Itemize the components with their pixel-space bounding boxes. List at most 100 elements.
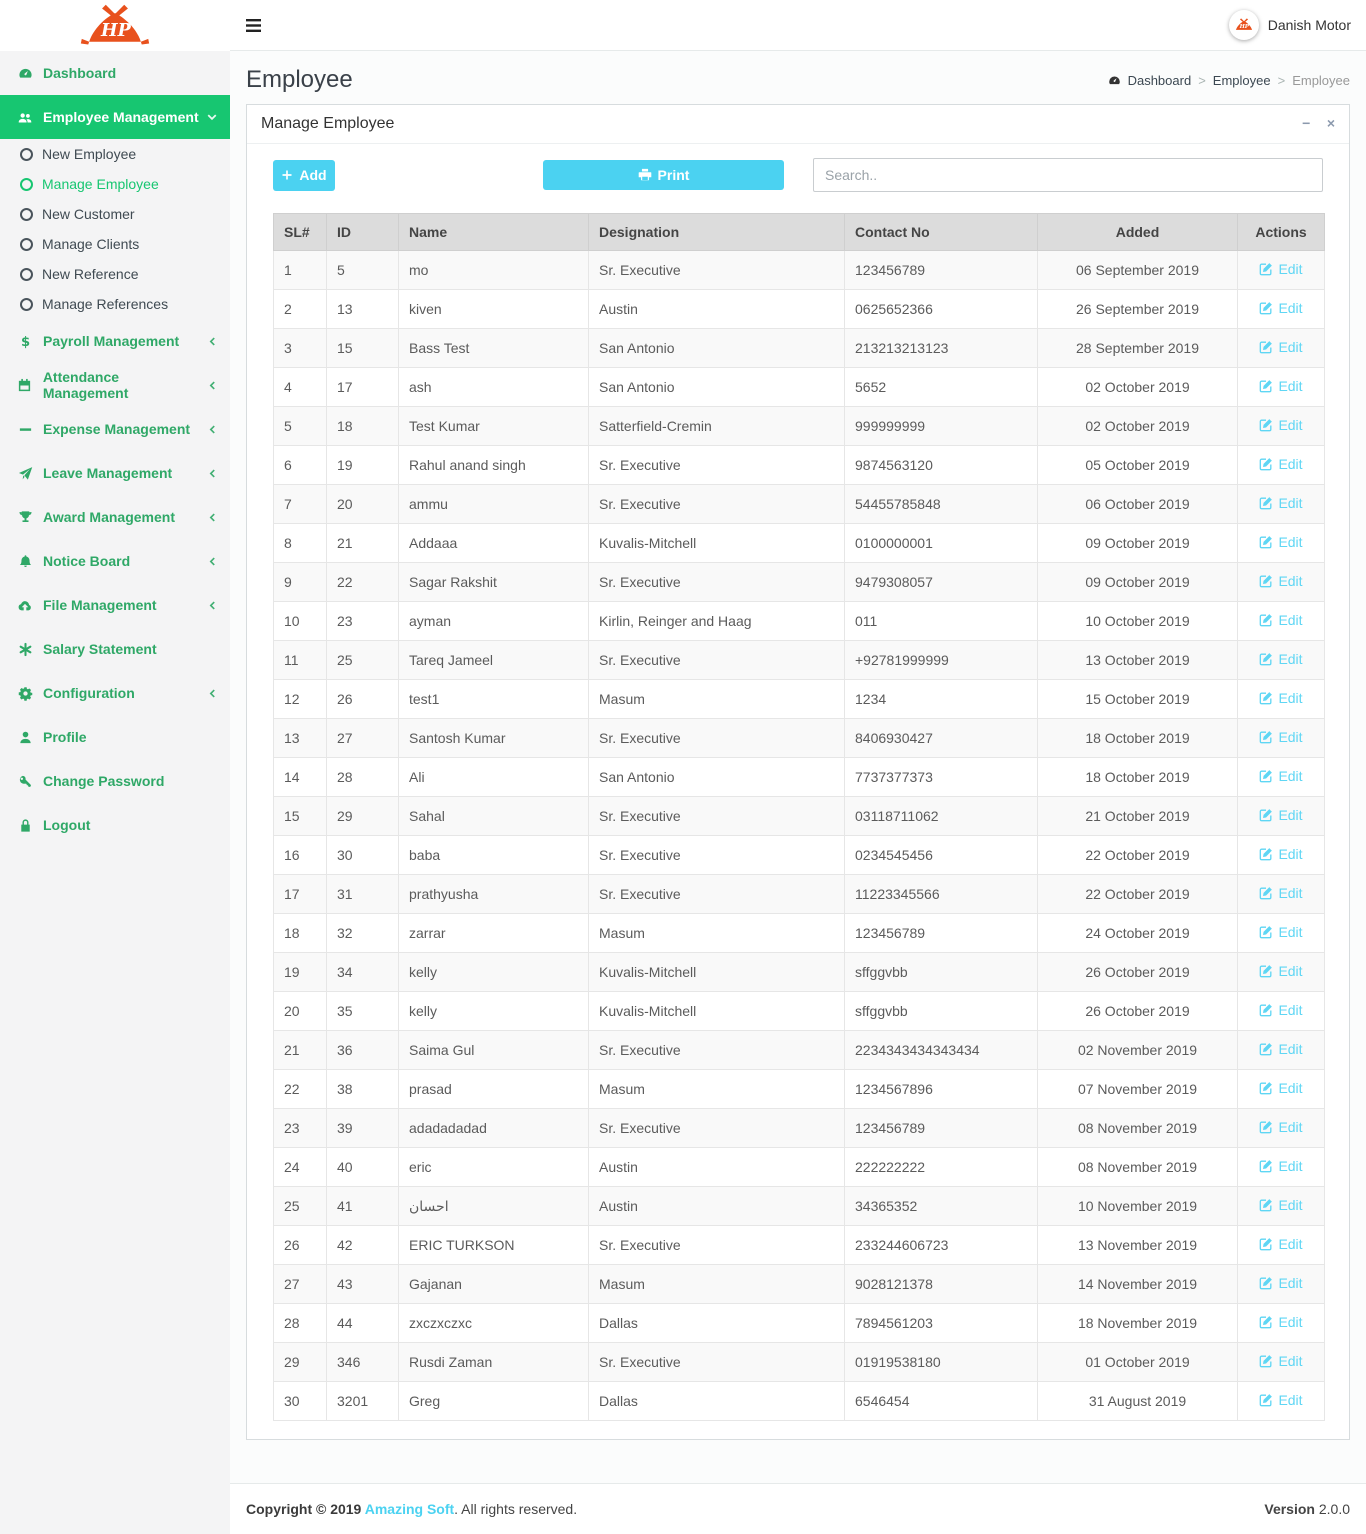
- add-button[interactable]: Add: [273, 159, 335, 191]
- edit-button[interactable]: Edit: [1259, 924, 1303, 940]
- cell-id: 13: [326, 289, 399, 329]
- cell-name: Addaaa: [398, 523, 589, 563]
- sidebar-subitem-manage-references[interactable]: Manage References: [0, 289, 230, 319]
- sidebar-subitem-label: New Customer: [42, 206, 135, 222]
- cell-contact: 11223345566: [844, 874, 1038, 914]
- sidebar-item-change-password[interactable]: Change Password: [0, 759, 230, 803]
- cell-added: 28 September 2019: [1037, 328, 1238, 368]
- edit-button[interactable]: Edit: [1259, 573, 1303, 589]
- cell-designation: Sr. Executive: [588, 835, 845, 875]
- table-row: 27 43 Gajanan Masum 9028121378 14 Novemb…: [273, 1264, 1325, 1304]
- edit-button[interactable]: Edit: [1259, 1392, 1303, 1408]
- cell-added: 22 October 2019: [1037, 835, 1238, 875]
- table-row: 5 18 Test Kumar Satterfield-Cremin 99999…: [273, 406, 1325, 446]
- table-row: 29 346 Rusdi Zaman Sr. Executive 0191953…: [273, 1342, 1325, 1382]
- version-value: 2.0.0: [1318, 1501, 1350, 1517]
- edit-icon: [1259, 301, 1273, 315]
- edit-button[interactable]: Edit: [1259, 1197, 1303, 1213]
- cell-designation: Kuvalis-Mitchell: [588, 523, 845, 563]
- sidebar-subitem-manage-clients[interactable]: Manage Clients: [0, 229, 230, 259]
- edit-button[interactable]: Edit: [1259, 1236, 1303, 1252]
- sidebar-item-expense-management[interactable]: Expense Management: [0, 407, 230, 451]
- chevron-left-icon: [207, 424, 218, 435]
- edit-button[interactable]: Edit: [1259, 690, 1303, 706]
- sidebar-item-logout[interactable]: Logout: [0, 803, 230, 847]
- edit-button[interactable]: Edit: [1259, 261, 1303, 277]
- sidebar-item-award-management[interactable]: Award Management: [0, 495, 230, 539]
- sidebar-item-notice-board[interactable]: Notice Board: [0, 539, 230, 583]
- brand-logo[interactable]: HP: [0, 0, 230, 51]
- cell-actions: Edit: [1237, 835, 1325, 875]
- cell-sl: 28: [273, 1303, 327, 1343]
- edit-button[interactable]: Edit: [1259, 495, 1303, 511]
- sidebar-item-profile[interactable]: Profile: [0, 715, 230, 759]
- edit-button[interactable]: Edit: [1259, 807, 1303, 823]
- edit-button-label: Edit: [1278, 924, 1303, 940]
- print-button[interactable]: Print: [543, 160, 784, 190]
- edit-button[interactable]: Edit: [1259, 1275, 1303, 1291]
- edit-button[interactable]: Edit: [1259, 456, 1303, 472]
- edit-button[interactable]: Edit: [1259, 1080, 1303, 1096]
- cell-sl: 14: [273, 757, 327, 797]
- edit-button[interactable]: Edit: [1259, 1158, 1303, 1174]
- edit-button[interactable]: Edit: [1259, 729, 1303, 745]
- cell-contact: 1234: [844, 679, 1038, 719]
- sidebar-item-file-management[interactable]: File Management: [0, 583, 230, 627]
- edit-button[interactable]: Edit: [1259, 1314, 1303, 1330]
- sidebar-item-dashboard[interactable]: Dashboard: [0, 51, 230, 95]
- company-link[interactable]: Amazing Soft: [365, 1501, 454, 1517]
- table-row: 10 23 ayman Kirlin, Reinger and Haag 011…: [273, 601, 1325, 641]
- cell-id: 17: [326, 367, 399, 407]
- sidebar-item-payroll-management[interactable]: $ Payroll Management: [0, 319, 230, 363]
- sidebar-subitem-new-reference[interactable]: New Reference: [0, 259, 230, 289]
- sidebar-item-configuration[interactable]: Configuration: [0, 671, 230, 715]
- table-header-row: SL# ID Name Designation Contact No Added…: [273, 213, 1325, 251]
- edit-button[interactable]: Edit: [1259, 846, 1303, 862]
- cell-added: 02 October 2019: [1037, 367, 1238, 407]
- collapse-icon[interactable]: −: [1302, 115, 1310, 131]
- cell-actions: Edit: [1237, 328, 1325, 368]
- edit-button[interactable]: Edit: [1259, 768, 1303, 784]
- edit-button[interactable]: Edit: [1259, 534, 1303, 550]
- edit-button[interactable]: Edit: [1259, 885, 1303, 901]
- sidebar-item-salary-statement[interactable]: Salary Statement: [0, 627, 230, 671]
- breadcrumb-employee[interactable]: Employee: [1213, 73, 1271, 88]
- edit-button[interactable]: Edit: [1259, 1002, 1303, 1018]
- edit-button[interactable]: Edit: [1259, 1353, 1303, 1369]
- edit-button-label: Edit: [1278, 456, 1303, 472]
- sidebar-subitem-new-employee[interactable]: New Employee: [0, 139, 230, 169]
- edit-button-label: Edit: [1278, 1158, 1303, 1174]
- breadcrumb-dashboard[interactable]: Dashboard: [1128, 73, 1192, 88]
- sidebar-item-employee-management[interactable]: Employee Management: [0, 95, 230, 139]
- sidebar-subitem-manage-employee[interactable]: Manage Employee: [0, 169, 230, 199]
- cell-name: kiven: [398, 289, 589, 329]
- cell-actions: Edit: [1237, 1342, 1325, 1382]
- edit-button[interactable]: Edit: [1259, 963, 1303, 979]
- cell-actions: Edit: [1237, 640, 1325, 680]
- footer: Copyright © 2019 Amazing Soft. All right…: [230, 1483, 1366, 1534]
- cell-sl: 15: [273, 796, 327, 836]
- cell-designation: Masum: [588, 1264, 845, 1304]
- menu-toggle-button[interactable]: [245, 18, 262, 33]
- cell-actions: Edit: [1237, 1030, 1325, 1070]
- table-row: 20 35 kelly Kuvalis-Mitchell sffggvbb 26…: [273, 991, 1325, 1031]
- cell-name: Santosh Kumar: [398, 718, 589, 758]
- sidebar-subitem-new-customer[interactable]: New Customer: [0, 199, 230, 229]
- edit-button[interactable]: Edit: [1259, 1119, 1303, 1135]
- edit-button-label: Edit: [1278, 612, 1303, 628]
- search-input[interactable]: [813, 158, 1323, 192]
- edit-button[interactable]: Edit: [1259, 300, 1303, 316]
- edit-button[interactable]: Edit: [1259, 612, 1303, 628]
- edit-button[interactable]: Edit: [1259, 651, 1303, 667]
- edit-button[interactable]: Edit: [1259, 417, 1303, 433]
- edit-button[interactable]: Edit: [1259, 378, 1303, 394]
- sidebar-item-attendance-management[interactable]: Attendance Management: [0, 363, 230, 407]
- edit-button-label: Edit: [1278, 690, 1303, 706]
- cell-designation: Kuvalis-Mitchell: [588, 991, 845, 1031]
- close-icon[interactable]: ×: [1327, 115, 1335, 131]
- edit-button[interactable]: Edit: [1259, 339, 1303, 355]
- user-menu[interactable]: HP Danish Motor: [1228, 10, 1351, 40]
- sidebar-item-leave-management[interactable]: Leave Management: [0, 451, 230, 495]
- edit-button[interactable]: Edit: [1259, 1041, 1303, 1057]
- version: Version 2.0.0: [1264, 1501, 1350, 1517]
